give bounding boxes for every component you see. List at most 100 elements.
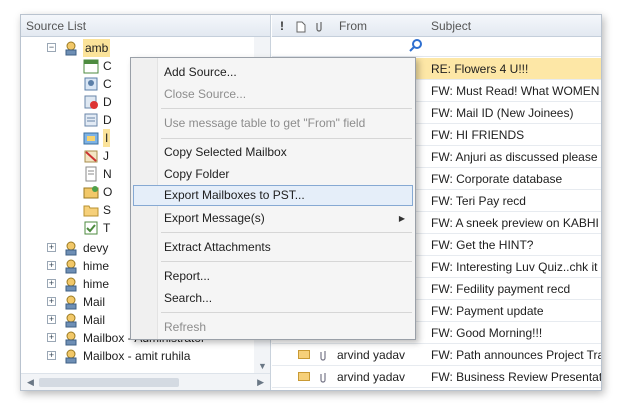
message-subject: FW: Interesting Luv Quiz..chk it: [431, 260, 598, 274]
context-menu: Add Source... Close Source... Use messag…: [130, 57, 416, 340]
mailbox-person-icon: [63, 330, 79, 346]
message-subject: FW: A sneek preview on KABHI ALV: [431, 216, 601, 230]
message-row[interactable]: arvind yadav FW: Path announces Project …: [272, 344, 601, 366]
column-header-subject[interactable]: Subject: [431, 15, 471, 37]
menu-item-use-message-table[interactable]: Use message table to get "From" field: [133, 113, 413, 134]
source-tree-horizontal-scrollbar[interactable]: ◀ ▶: [21, 373, 270, 390]
exclamation-icon[interactable]: !: [280, 15, 284, 37]
scroll-down-icon[interactable]: ▼: [258, 361, 267, 371]
menu-item-copy-folder[interactable]: Copy Folder: [133, 164, 413, 185]
tree-folder-item[interactable]: C: [21, 57, 131, 75]
expand-icon[interactable]: +: [47, 279, 56, 288]
contacts-icon: [83, 76, 99, 92]
message-subject: FW: Path announces Project Trainin: [431, 348, 601, 362]
tree-item-label: D: [103, 95, 112, 109]
tree-item-label: hime: [83, 259, 110, 273]
tree-item-label: Mailbox - amit ruhila: [83, 349, 191, 363]
filter-row[interactable]: [272, 37, 601, 57]
message-row[interactable]: arvind yadav FW: Business Review Present…: [272, 366, 601, 388]
scroll-left-icon[interactable]: ◀: [27, 377, 34, 388]
scroll-right-icon[interactable]: ▶: [257, 377, 264, 388]
menu-separator: [161, 138, 412, 139]
outbox-icon: [83, 184, 99, 200]
expand-icon[interactable]: +: [47, 261, 56, 270]
tree-item-label: D: [103, 113, 112, 127]
tree-item-label: I: [103, 129, 111, 147]
tree-item-label: T: [103, 221, 111, 235]
column-header-from[interactable]: From: [339, 15, 367, 37]
tree-item-label: N: [103, 167, 112, 181]
expand-icon[interactable]: +: [47, 333, 56, 342]
horizontal-scroll-thumb[interactable]: [39, 378, 179, 387]
menu-separator: [161, 261, 412, 262]
menu-separator: [161, 108, 412, 109]
envelope-icon: [298, 350, 310, 359]
mailbox-person-icon: [63, 40, 79, 56]
menu-item-export-mailboxes-to-pst[interactable]: Export Mailboxes to PST...: [133, 185, 413, 206]
collapse-icon[interactable]: −: [47, 43, 56, 52]
expand-icon[interactable]: +: [47, 297, 56, 306]
mailbox-person-icon: [63, 276, 79, 292]
menu-separator: [161, 232, 412, 233]
tree-item-mailbox[interactable]: + Mailbox - amit ruhila: [21, 347, 270, 365]
mailbox-person-icon: [63, 240, 79, 256]
message-subject: FW: Must Read! What WOMEN wa: [431, 84, 601, 98]
tree-folder-item[interactable]: N: [21, 165, 131, 183]
folder-icon: [83, 202, 99, 218]
tree-folder-item[interactable]: T: [21, 219, 131, 237]
tree-item-label: hime: [83, 277, 110, 291]
message-subject: FW: Get the HINT?: [431, 238, 534, 252]
menu-item-label: Export Message(s): [164, 211, 265, 225]
message-subject: FW: Good Morning!!!: [431, 326, 543, 340]
menu-item-refresh[interactable]: Refresh: [133, 317, 413, 338]
notes-icon: [83, 166, 99, 182]
tasks-icon: [83, 220, 99, 236]
expand-icon[interactable]: +: [47, 243, 56, 252]
submenu-arrow-icon: ▶: [398, 214, 405, 223]
message-subject: FW: Payment update: [431, 304, 544, 318]
tree-item-amb[interactable]: − amb: [21, 39, 270, 57]
tree-folder-item[interactable]: C: [21, 75, 131, 93]
paperclip-icon: [320, 366, 328, 387]
menu-item-report[interactable]: Report...: [133, 266, 413, 287]
search-icon[interactable]: [409, 39, 423, 56]
tree-item-label: O: [103, 185, 113, 199]
mailbox-person-icon: [63, 258, 79, 274]
menu-item-copy-selected-mailbox[interactable]: Copy Selected Mailbox: [133, 142, 413, 163]
tree-folder-item[interactable]: D: [21, 111, 131, 129]
deleted-items-icon: [83, 94, 99, 110]
junk-icon: [83, 148, 99, 164]
inbox-icon: [83, 130, 99, 146]
tree-item-label: amb: [83, 39, 111, 57]
paperclip-icon[interactable]: [316, 15, 324, 37]
drafts-icon: [83, 112, 99, 128]
tree-item-label: Mail: [83, 313, 106, 327]
tree-folder-item[interactable]: I: [21, 129, 131, 147]
document-icon[interactable]: [296, 15, 306, 37]
menu-item-export-messages[interactable]: Export Message(s) ▶: [133, 208, 413, 229]
message-subject: FW: Anjuri as discussed please send: [431, 150, 601, 164]
menu-item-close-source[interactable]: Close Source...: [133, 84, 413, 105]
message-subject: RE: Flowers 4 U!!!: [431, 62, 529, 76]
envelope-icon: [298, 372, 310, 381]
message-from: arvind yadav: [337, 370, 406, 384]
expand-icon[interactable]: +: [47, 315, 56, 324]
menu-item-extract-attachments[interactable]: Extract Attachments: [133, 237, 413, 258]
expand-icon[interactable]: +: [47, 351, 56, 360]
message-from: arvind yadav: [337, 348, 406, 362]
tree-folder-item[interactable]: S: [21, 201, 131, 219]
menu-item-add-source[interactable]: Add Source...: [133, 62, 413, 83]
message-subject: FW: Fedility payment recd: [431, 282, 571, 296]
tree-folder-item[interactable]: J: [21, 147, 131, 165]
tree-item-label: C: [103, 59, 112, 73]
message-subject: FW: Business Review Presentation: [431, 370, 601, 384]
message-subject: FW: HI FRIENDS: [431, 128, 525, 142]
tree-item-label: J: [103, 149, 109, 163]
menu-separator: [161, 312, 412, 313]
tree-item-label: devy: [83, 241, 109, 255]
tree-folder-item[interactable]: D: [21, 93, 131, 111]
menu-item-search[interactable]: Search...: [133, 288, 413, 309]
tree-folder-item[interactable]: O: [21, 183, 131, 201]
message-table-header: ! From Subject: [272, 15, 601, 37]
source-list-header: Source List: [21, 15, 270, 37]
